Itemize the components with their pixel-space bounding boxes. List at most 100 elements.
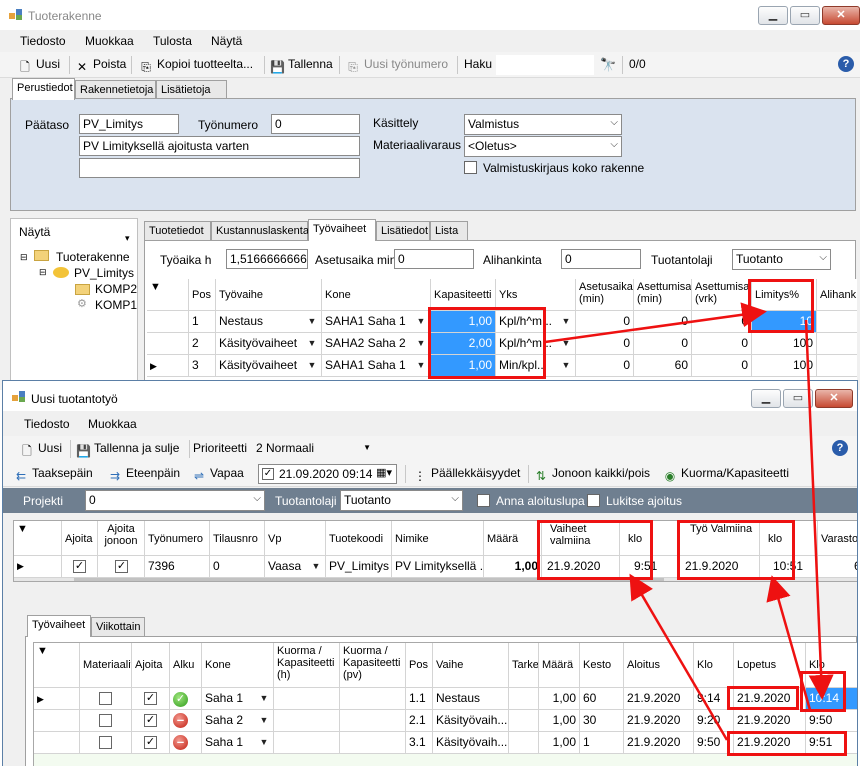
dropdown-arrow-icon[interactable]: ▼ <box>305 336 319 350</box>
tarke-cell[interactable] <box>509 732 539 754</box>
dropdown-arrow-icon[interactable]: ▼ <box>257 735 271 749</box>
maara-cell[interactable]: 1,00 <box>539 732 580 754</box>
kuorma-h-cell[interactable] <box>274 732 340 754</box>
row-indicator[interactable] <box>34 732 80 754</box>
tarke-cell[interactable] <box>509 710 539 732</box>
menu-tulosta[interactable]: Tulosta <box>153 34 192 48</box>
row-indicator[interactable] <box>147 333 189 355</box>
ajoita-cell[interactable]: ✓ <box>132 732 170 754</box>
materiaalit-cell[interactable] <box>80 688 132 710</box>
col-maara[interactable]: Määrä <box>484 521 542 556</box>
tyovaihe-cell[interactable]: Käsityövaiheet ▼ <box>216 355 322 377</box>
vp-cell[interactable]: Vaasa ▼ <box>265 556 326 578</box>
projekti-select[interactable]: 0 ⌵ <box>85 490 265 511</box>
grid-corner[interactable]: ▼ <box>147 279 189 311</box>
dropdown-arrow-icon[interactable]: ▼ <box>305 314 319 328</box>
back-button[interactable]: ⇇ Taaksepäin <box>14 466 93 483</box>
help-icon[interactable]: ? <box>832 440 848 456</box>
ajoita-cell[interactable]: ✓ <box>62 556 98 578</box>
close-button[interactable]: ✕ <box>822 6 860 25</box>
tyonumero-field[interactable]: 0 <box>271 114 360 134</box>
tilausnro-cell[interactable]: 0 <box>210 556 265 578</box>
asettumisa-min-cell[interactable]: 0 <box>634 311 692 333</box>
klo2-cell[interactable]: 9:50 <box>806 710 857 732</box>
asetusaika-cell[interactable]: 0 <box>576 311 634 333</box>
alihank-cell[interactable] <box>817 355 857 377</box>
load-capacity-button[interactable]: ◉ Kuorma/Kapasiteetti <box>663 466 789 483</box>
tyonumero-cell[interactable]: 7396 <box>145 556 210 578</box>
limitys-cell[interactable]: 100 <box>752 333 817 355</box>
asetusaika-cell[interactable]: 0 <box>576 355 634 377</box>
tree-expand-icon[interactable]: ⊟ <box>20 252 28 263</box>
kesto-cell[interactable]: 30 <box>580 710 624 732</box>
col-varasto[interactable]: Varasto <box>818 521 857 556</box>
row-indicator[interactable]: ▶ <box>147 355 189 377</box>
copy-button[interactable]: ⎘ Kopioi tuotteelta... <box>139 57 253 74</box>
binoculars-icon[interactable]: 🔭 <box>600 57 616 73</box>
dropdown-arrow-icon[interactable]: ▼ <box>257 691 271 705</box>
delete-button[interactable]: ✕ Poista <box>75 57 126 74</box>
ajoita-checkbox[interactable]: ✓ <box>73 560 86 573</box>
minimize-button[interactable]: ▁ <box>758 6 788 25</box>
pos-cell[interactable]: 3 <box>189 355 216 377</box>
nimike-cell[interactable]: PV Limityksellä ... <box>392 556 484 578</box>
tuotantolaji-select[interactable]: Tuotanto ⌵ <box>340 490 463 511</box>
tab-kustannuslaskenta[interactable]: Kustannuslaskenta <box>211 221 309 241</box>
menu-muokkaa[interactable]: Muokkaa <box>85 34 134 48</box>
asettumisa-vrk-cell[interactable]: 0 <box>692 333 752 355</box>
col-ajoita-jonoon[interactable]: Ajoita jonoon <box>98 521 145 556</box>
materiaalivaraus-select[interactable]: <Oletus> ⌵ <box>464 136 622 157</box>
ajoita-checkbox[interactable]: ✓ <box>144 714 157 727</box>
alihank-cell[interactable] <box>817 333 857 355</box>
col-ajoita[interactable]: Ajoita <box>132 643 170 688</box>
pin-icon[interactable]: ▾ <box>125 233 130 244</box>
col-asettumisa-vrk[interactable]: Asettumisa (vrk) <box>692 279 752 311</box>
dropdown-arrow-icon[interactable]: ▼ <box>414 314 428 328</box>
new-workno-button[interactable]: ⎘ Uusi työnumero <box>346 57 448 74</box>
col-tyovaihe[interactable]: Työvaihe <box>216 279 322 311</box>
kuorma-pv-cell[interactable] <box>340 688 406 710</box>
tab-rakennetietoja[interactable]: Rakennetietoja <box>75 80 156 100</box>
materiaalit-cell[interactable] <box>80 710 132 732</box>
vaihe-cell[interactable]: Nestaus <box>433 688 509 710</box>
tree-root[interactable]: Tuoterakenne <box>56 250 130 264</box>
pos-cell[interactable]: 2 <box>189 333 216 355</box>
col-tilausnro[interactable]: Tilausnro <box>210 521 265 556</box>
kone-cell[interactable]: SAHA2 Saha 2 ▼ <box>322 333 431 355</box>
title-bar[interactable]: Uusi tuotantotyö ▁ ▭ ✕ <box>3 381 857 411</box>
col-pos[interactable]: Pos <box>406 643 433 688</box>
close-button[interactable]: ✕ <box>815 389 853 408</box>
ajoita-cell[interactable]: ✓ <box>132 710 170 732</box>
col-kuorma-h[interactable]: Kuorma / Kapasiteetti (h) <box>274 643 340 688</box>
col-nimike[interactable]: Nimike <box>392 521 484 556</box>
materiaalit-checkbox[interactable] <box>99 692 112 705</box>
kasittely-select[interactable]: Valmistus ⌵ <box>464 114 622 135</box>
tab-perustiedot[interactable]: Perustiedot <box>12 78 75 100</box>
anna-aloituslupa-checkbox[interactable] <box>477 494 490 507</box>
kone-cell[interactable]: Saha 2 ▼ <box>202 710 274 732</box>
tab-tyovaiheet[interactable]: Työvaiheet <box>308 219 376 241</box>
help-icon[interactable]: ? <box>838 56 854 72</box>
maximize-button[interactable]: ▭ <box>790 6 820 25</box>
save-close-button[interactable]: 💾 Tallenna ja sulje <box>76 441 179 458</box>
lukitse-ajoitus-checkbox[interactable] <box>587 494 600 507</box>
col-tyonumero[interactable]: Työnumero <box>145 521 210 556</box>
grid-corner[interactable]: ▼ <box>14 521 62 556</box>
lopetus-cell[interactable]: 21.9.2020 <box>734 710 806 732</box>
dropdown-arrow-icon[interactable]: ▼ <box>305 358 319 372</box>
pos-cell[interactable]: 2.1 <box>406 710 433 732</box>
klo1-cell[interactable]: 9:20 <box>694 710 734 732</box>
col-kone[interactable]: Kone <box>202 643 274 688</box>
vaihe-cell[interactable]: Käsityövaih... <box>433 732 509 754</box>
kesto-cell[interactable]: 60 <box>580 688 624 710</box>
col-ajoita[interactable]: Ajoita <box>62 521 98 556</box>
kuorma-pv-cell[interactable] <box>340 732 406 754</box>
row-indicator[interactable]: ▶ <box>34 688 80 710</box>
asettumisa-min-cell[interactable]: 0 <box>634 333 692 355</box>
tuotantolaji-select[interactable]: Tuotanto ⌵ <box>732 249 831 270</box>
tuotekoodi-cell[interactable]: PV_Limitys <box>326 556 392 578</box>
tyovaihe-cell[interactable]: Nestaus ▼ <box>216 311 322 333</box>
valmistuskirjaus-checkbox[interactable] <box>464 161 477 174</box>
save-button[interactable]: 💾 Tallenna <box>270 57 333 74</box>
alku-cell[interactable]: – <box>170 732 202 754</box>
